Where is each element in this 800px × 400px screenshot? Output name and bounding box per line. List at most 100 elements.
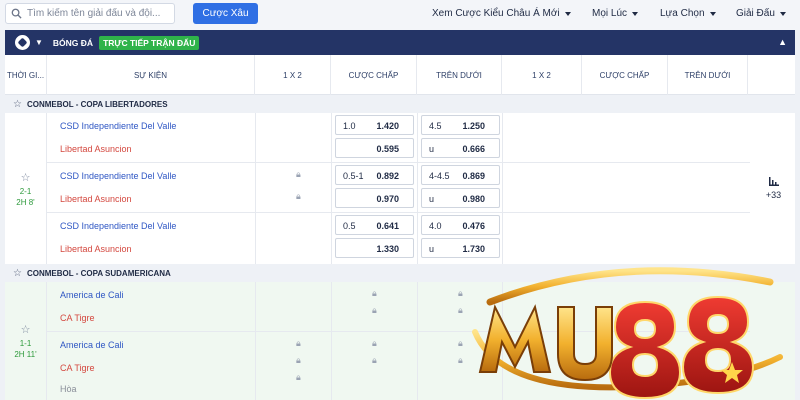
- away-team[interactable]: CA Tigre: [60, 313, 95, 323]
- sport-title: BÓNG ĐÁ: [52, 37, 94, 48]
- away-team[interactable]: Libertad Asuncion: [60, 194, 132, 204]
- soccer-ball-icon[interactable]: [15, 35, 30, 50]
- handicap-line: 0.5-1: [343, 171, 364, 181]
- lock-icon: 🔒︎: [372, 355, 377, 365]
- lock-icon: 🔒︎: [372, 288, 377, 298]
- home-team[interactable]: America de Cali: [60, 290, 124, 300]
- match-block: ☆ 2-1 2H 8' CSD Independiente Del Valle …: [5, 113, 795, 264]
- odd-price: 1.250: [462, 121, 485, 131]
- total-line: 4-4.5: [429, 171, 450, 181]
- handicap-away-odd[interactable]: 0.595: [335, 138, 414, 158]
- table-row: CSD Independiente Del Valle Libertad Asu…: [47, 113, 750, 163]
- chevron-down-icon: [709, 11, 716, 16]
- league-header[interactable]: ☆ CONMEBOL - COPA LIBERTADORES: [5, 95, 795, 113]
- handicap-home-odd[interactable]: 0.5 0.641: [335, 215, 414, 235]
- odd-price: 1.730: [462, 244, 485, 254]
- col-time: THỜI GI...: [5, 55, 47, 95]
- view-mode-label: Xem Cược Kiểu Châu Á Mới: [432, 8, 560, 19]
- more-markets-count: +33: [765, 190, 782, 200]
- column-headers: THỜI GI... SỰ KIỆN 1 X 2 CƯỢC CHẤP TRÊN …: [5, 55, 795, 95]
- lock-icon: 🔒︎: [372, 338, 377, 348]
- lock-icon: 🔒︎: [458, 305, 463, 315]
- lock-icon: 🔒︎: [458, 338, 463, 348]
- match-clock: 2H 8': [16, 197, 35, 207]
- away-team[interactable]: Libertad Asuncion: [60, 244, 132, 254]
- under-label: u: [429, 194, 435, 204]
- odd-price: 0.666: [462, 144, 485, 154]
- handicap-away-odd[interactable]: 1.330: [335, 238, 414, 258]
- time-filter-dropdown[interactable]: Mọi Lúc: [592, 3, 639, 24]
- odd-price: 0.980: [462, 194, 485, 204]
- search-input[interactable]: [27, 8, 167, 19]
- col-handicap-half: CƯỢC CHẤP: [582, 55, 668, 95]
- view-mode-dropdown[interactable]: Xem Cược Kiểu Châu Á Mới: [432, 3, 571, 24]
- home-team[interactable]: CSD Independiente Del Valle: [60, 121, 176, 131]
- lock-icon: 🔒︎: [296, 372, 301, 382]
- under-odd[interactable]: u 1.730: [421, 238, 500, 258]
- search-box[interactable]: [5, 3, 175, 24]
- col-handicap: CƯỢC CHẤP: [331, 55, 417, 95]
- table-row: CSD Independiente Del Valle Libertad Asu…: [47, 213, 750, 264]
- chevron-down-icon[interactable]: ▼: [35, 38, 43, 47]
- table-row: CSD Independiente Del Valle Libertad Asu…: [47, 163, 750, 213]
- chevron-down-icon: [564, 11, 571, 16]
- live-badge[interactable]: TRỰC TIẾP TRẬN ĐẤU: [99, 35, 200, 50]
- over-odd[interactable]: 4.5 1.250: [421, 115, 500, 135]
- choose-dropdown[interactable]: Lựa Chọn: [660, 3, 716, 24]
- under-odd[interactable]: u 0.666: [421, 138, 500, 158]
- odd-price: 0.595: [376, 144, 399, 154]
- more-markets-button[interactable]: +33: [752, 113, 795, 264]
- away-team[interactable]: Libertad Asuncion: [60, 144, 132, 154]
- top-toolbar: Cược Xâu Xem Cược Kiểu Châu Á Mới Mọi Lú…: [0, 0, 800, 30]
- odd-price: 1.420: [376, 121, 399, 131]
- star-icon[interactable]: ☆: [13, 99, 22, 110]
- match-time-cell: ☆ 1-1 2H 11': [5, 282, 47, 400]
- match-score: 2-1: [19, 186, 32, 196]
- col-over-under-half: TRÊN DƯỚI: [668, 55, 748, 95]
- over-odd[interactable]: 4.0 0.476: [421, 215, 500, 235]
- handicap-home-odd[interactable]: 0.5-1 0.892: [335, 165, 414, 185]
- home-team[interactable]: America de Cali: [60, 340, 124, 350]
- col-1x2-half: 1 X 2: [502, 55, 582, 95]
- league-dropdown[interactable]: Giải Đấu: [736, 3, 786, 24]
- star-icon[interactable]: ☆: [21, 171, 31, 184]
- lock-icon: 🔒︎: [296, 169, 301, 179]
- lock-icon: 🔒︎: [296, 191, 301, 201]
- handicap-home-odd[interactable]: 1.0 1.420: [335, 115, 414, 135]
- col-1x2: 1 X 2: [255, 55, 331, 95]
- odd-price: 0.476: [462, 221, 485, 231]
- home-team[interactable]: CSD Independiente Del Valle: [60, 221, 176, 231]
- star-icon[interactable]: ☆: [13, 268, 22, 279]
- chevron-up-icon[interactable]: ▲: [778, 37, 787, 47]
- match-time-cell: ☆ 2-1 2H 8': [5, 113, 47, 264]
- odd-price: 0.892: [376, 171, 399, 181]
- total-line: 4.5: [429, 121, 442, 131]
- odd-price: 1.330: [376, 244, 399, 254]
- league-name: CONMEBOL - COPA LIBERTADORES: [26, 99, 168, 109]
- over-odd[interactable]: 4-4.5 0.869: [421, 165, 500, 185]
- total-line: 4.0: [429, 221, 442, 231]
- odd-price: 0.970: [376, 194, 399, 204]
- home-team[interactable]: CSD Independiente Del Valle: [60, 171, 176, 181]
- col-event: SỰ KIỆN: [47, 55, 255, 95]
- lock-icon: 🔒︎: [458, 288, 463, 298]
- lock-icon: 🔒︎: [296, 355, 301, 365]
- draw-label[interactable]: Hòa: [60, 384, 77, 394]
- col-over-under: TRÊN DƯỚI: [417, 55, 502, 95]
- handicap-away-odd[interactable]: 0.970: [335, 188, 414, 208]
- under-label: u: [429, 144, 435, 154]
- star-icon[interactable]: ☆: [21, 323, 31, 336]
- parlay-button[interactable]: Cược Xâu: [193, 3, 258, 24]
- league-name: CONMEBOL - COPA SUDAMERICANA: [26, 268, 171, 278]
- lock-icon: 🔒︎: [296, 338, 301, 348]
- away-team[interactable]: CA Tigre: [60, 363, 95, 373]
- handicap-line: 1.0: [343, 121, 356, 131]
- match-clock: 2H 11': [14, 350, 37, 359]
- odd-price: 0.641: [376, 221, 399, 231]
- odd-price: 0.869: [462, 171, 485, 181]
- lock-icon: 🔒︎: [372, 305, 377, 315]
- under-odd[interactable]: u 0.980: [421, 188, 500, 208]
- match-score: 1-1: [19, 339, 32, 348]
- handicap-line: 0.5: [343, 221, 356, 231]
- sport-header: ▼ BÓNG ĐÁ TRỰC TIẾP TRẬN ĐẤU ▲: [5, 30, 795, 55]
